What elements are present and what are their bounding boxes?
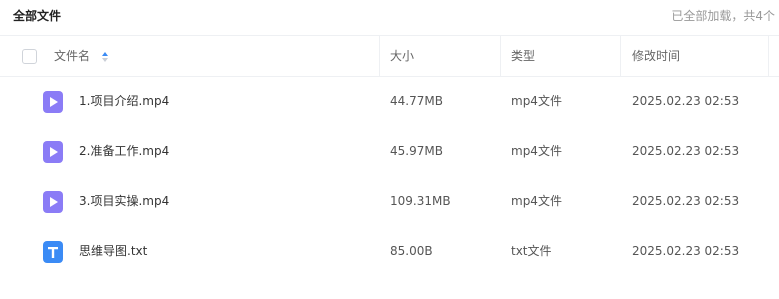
- column-divider[interactable]: [379, 36, 380, 76]
- table-header: 文件名 大小 类型 修改时间: [0, 35, 779, 77]
- video-file-icon: [43, 141, 63, 163]
- select-all-checkbox[interactable]: [22, 49, 37, 64]
- column-header-size[interactable]: 大小: [390, 36, 414, 76]
- file-modified: 2025.02.23 02:53: [632, 94, 740, 108]
- table-row[interactable]: 思维导图.txt 85.00B txt文件 2025.02.23 02:53: [0, 226, 779, 276]
- sort-icon[interactable]: [101, 51, 109, 63]
- file-modified: 2025.02.23 02:53: [632, 194, 740, 208]
- video-file-icon: [43, 91, 63, 113]
- text-file-icon: [43, 241, 63, 263]
- table-row[interactable]: 1.项目介绍.mp4 44.77MB mp4文件 2025.02.23 02:5…: [0, 76, 779, 126]
- file-modified: 2025.02.23 02:53: [632, 144, 740, 158]
- file-type: mp4文件: [511, 94, 562, 108]
- file-name[interactable]: 2.准备工作.mp4: [79, 126, 169, 176]
- file-size: 45.97MB: [390, 144, 443, 158]
- file-name[interactable]: 1.项目介绍.mp4: [79, 76, 169, 126]
- file-type: mp4文件: [511, 194, 562, 208]
- column-header-modified[interactable]: 修改时间: [632, 36, 680, 76]
- table-row[interactable]: 3.项目实操.mp4 109.31MB mp4文件 2025.02.23 02:…: [0, 176, 779, 226]
- column-divider[interactable]: [768, 36, 769, 76]
- column-divider[interactable]: [500, 36, 501, 76]
- file-size: 85.00B: [390, 244, 433, 258]
- file-type: txt文件: [511, 244, 552, 258]
- breadcrumb-all-files[interactable]: 全部文件: [13, 7, 61, 24]
- file-name[interactable]: 3.项目实操.mp4: [79, 176, 169, 226]
- file-size: 109.31MB: [390, 194, 451, 208]
- load-status-text: 已全部加载，共4个: [671, 9, 775, 23]
- top-bar: 全部文件 已全部加载，共4个: [0, 0, 779, 34]
- column-header-type[interactable]: 类型: [511, 36, 535, 76]
- file-name[interactable]: 思维导图.txt: [79, 226, 147, 276]
- file-type: mp4文件: [511, 144, 562, 158]
- file-list-page: 全部文件 已全部加载，共4个 文件名 大小 类型 修改时间 1.项目介绍.mp4…: [0, 0, 779, 299]
- column-header-name[interactable]: 文件名: [54, 36, 90, 76]
- table-row[interactable]: 2.准备工作.mp4 45.97MB mp4文件 2025.02.23 02:5…: [0, 126, 779, 176]
- file-size: 44.77MB: [390, 94, 443, 108]
- column-divider[interactable]: [620, 36, 621, 76]
- video-file-icon: [43, 191, 63, 213]
- file-modified: 2025.02.23 02:53: [632, 244, 740, 258]
